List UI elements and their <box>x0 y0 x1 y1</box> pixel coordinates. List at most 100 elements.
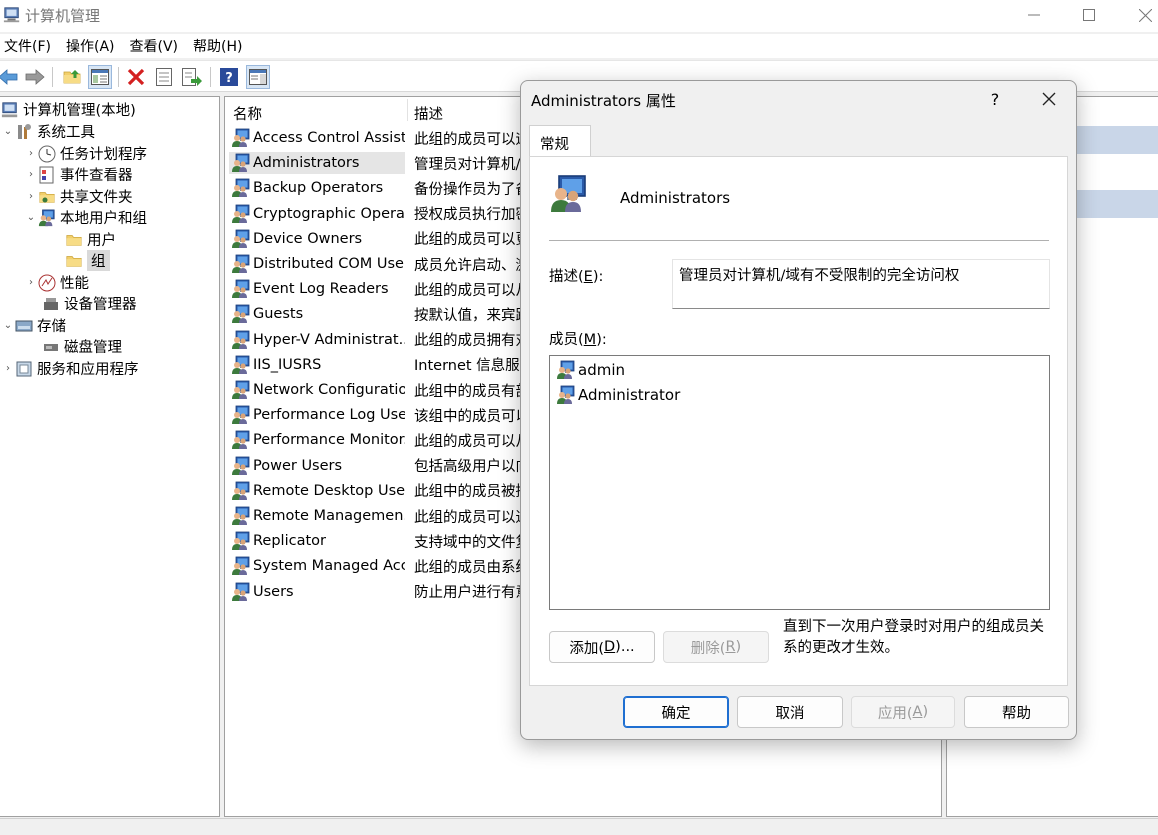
tree-item-system-tools[interactable]: ⌄ 系统工具 <box>2 121 95 142</box>
chevron-right-icon[interactable]: › <box>25 191 37 202</box>
menu-file[interactable]: 文件(F) <box>0 34 60 58</box>
console-tree: 计算机管理(本地) ⌄ 系统工具 › 任务计划程序 › 事件查看器 › 共享文件… <box>0 96 220 817</box>
event-viewer-icon <box>37 165 57 185</box>
member-item[interactable]: admin <box>556 359 625 381</box>
group-icon <box>231 330 251 350</box>
tree-item-disk-management[interactable]: 磁盘管理 <box>41 336 122 357</box>
column-header-description[interactable]: 描述 <box>414 103 443 124</box>
back-arrow-icon <box>0 69 18 85</box>
ok-button[interactable]: 确定 <box>623 696 729 728</box>
group-icon <box>231 355 251 375</box>
group-icon <box>231 153 251 173</box>
group-icon <box>231 430 251 450</box>
group-name-cell: Remote Desktop Users <box>229 480 405 502</box>
user-icon <box>556 385 576 405</box>
help-button[interactable]: ? <box>217 65 241 89</box>
group-name-cell: Distributed COM Users <box>229 253 405 275</box>
users-group-icon <box>37 208 57 228</box>
menu-view[interactable]: 查看(V) <box>126 34 188 58</box>
group-name-cell: Guests <box>229 303 405 325</box>
tree-item-task-scheduler[interactable]: › 任务计划程序 <box>25 143 147 164</box>
minimize-button[interactable] <box>1006 0 1062 30</box>
menu-help[interactable]: 帮助(H) <box>189 34 251 58</box>
maximize-icon <box>1083 9 1095 21</box>
add-member-button[interactable]: 添加(D)... <box>549 631 655 663</box>
chevron-down-icon[interactable]: ⌄ <box>25 212 37 223</box>
close-icon <box>1042 92 1056 106</box>
chevron-right-icon[interactable]: › <box>25 277 37 288</box>
group-icon <box>231 254 251 274</box>
description-field[interactable]: 管理员对计算机/域有不受限制的完全访问权 <box>672 259 1050 309</box>
help-dialog-button[interactable]: 帮助 <box>964 696 1069 728</box>
action-pane-icon <box>249 69 267 85</box>
cancel-button[interactable]: 取消 <box>737 696 843 728</box>
help-icon: ? <box>220 68 238 86</box>
members-list[interactable]: admin Administrator <box>549 355 1050 610</box>
export-list-button[interactable] <box>180 65 204 89</box>
close-icon <box>1138 8 1152 22</box>
column-header-name[interactable]: 名称 <box>233 103 262 124</box>
chevron-down-icon[interactable]: ⌄ <box>2 126 14 137</box>
group-icon <box>231 556 251 576</box>
forward-button[interactable] <box>23 65 47 89</box>
delete-button[interactable] <box>124 65 148 89</box>
group-icon <box>231 531 251 551</box>
group-icon <box>549 174 589 214</box>
svg-text:?: ? <box>225 71 233 86</box>
group-name-cell: Administrators <box>229 152 405 175</box>
group-name-cell: Remote Managemen... <box>229 505 405 527</box>
member-item[interactable]: Administrator <box>556 384 680 406</box>
group-name-cell: Backup Operators <box>229 177 405 199</box>
chevron-right-icon[interactable]: › <box>25 148 37 159</box>
group-icon <box>231 582 251 602</box>
user-icon <box>556 360 576 380</box>
group-name-cell: Device Owners <box>229 228 405 250</box>
dialog-help-button[interactable]: ? <box>981 85 1009 113</box>
group-name-cell: Network Configuratio... <box>229 379 405 401</box>
minimize-icon <box>1028 14 1040 16</box>
show-hide-action-pane-button[interactable] <box>246 65 270 89</box>
group-icon <box>231 304 251 324</box>
dialog-title: Administrators 属性 <box>531 92 676 110</box>
tree-item-local-users-groups[interactable]: ⌄ 本地用户和组 <box>25 207 147 228</box>
delete-x-icon <box>127 68 145 86</box>
group-icon <box>231 204 251 224</box>
maximize-button[interactable] <box>1061 0 1117 30</box>
chevron-right-icon[interactable]: › <box>2 363 14 374</box>
dialog-close-button[interactable] <box>1035 85 1063 113</box>
device-manager-icon <box>41 294 61 314</box>
chevron-right-icon[interactable]: › <box>25 169 37 180</box>
group-name-cell: Cryptographic Operat... <box>229 203 405 225</box>
up-one-level-button[interactable] <box>60 65 84 89</box>
show-hide-console-tree-button[interactable] <box>88 65 112 89</box>
disk-icon <box>41 337 61 357</box>
folder-icon <box>64 230 84 250</box>
services-icon <box>14 359 34 379</box>
close-window-button[interactable] <box>1117 0 1158 30</box>
tab-general[interactable]: 常规 <box>529 125 591 157</box>
properties-button[interactable] <box>152 65 176 89</box>
group-name-cell: IIS_IUSRS <box>229 354 405 376</box>
tree-item-storage[interactable]: ⌄ 存储 <box>2 315 66 336</box>
tree-item-computer-management[interactable]: 计算机管理(本地) <box>0 99 136 120</box>
apply-button[interactable]: 应用(A) <box>851 696 955 728</box>
tree-item-device-manager[interactable]: 设备管理器 <box>41 293 137 314</box>
group-icon <box>231 128 251 148</box>
tree-item-users[interactable]: 用户 <box>64 229 116 250</box>
console-tree-icon <box>91 69 109 85</box>
back-button[interactable] <box>0 65 20 89</box>
title-bar: 计算机管理 <box>0 0 1158 32</box>
tree-item-event-viewer[interactable]: › 事件查看器 <box>25 164 133 185</box>
menu-action[interactable]: 操作(A) <box>62 34 124 58</box>
status-bar <box>0 818 1158 835</box>
group-icon <box>231 380 251 400</box>
chevron-down-icon[interactable]: ⌄ <box>2 320 14 331</box>
tree-item-services-apps[interactable]: › 服务和应用程序 <box>2 358 139 379</box>
group-icon <box>231 229 251 249</box>
tree-item-groups[interactable]: 组 <box>64 250 110 271</box>
clock-icon <box>37 144 57 164</box>
remove-member-button[interactable]: 删除(R) <box>663 631 769 663</box>
tree-item-shared-folders[interactable]: › 共享文件夹 <box>25 186 133 207</box>
tree-item-performance[interactable]: › 性能 <box>25 272 89 293</box>
group-icon <box>231 506 251 526</box>
